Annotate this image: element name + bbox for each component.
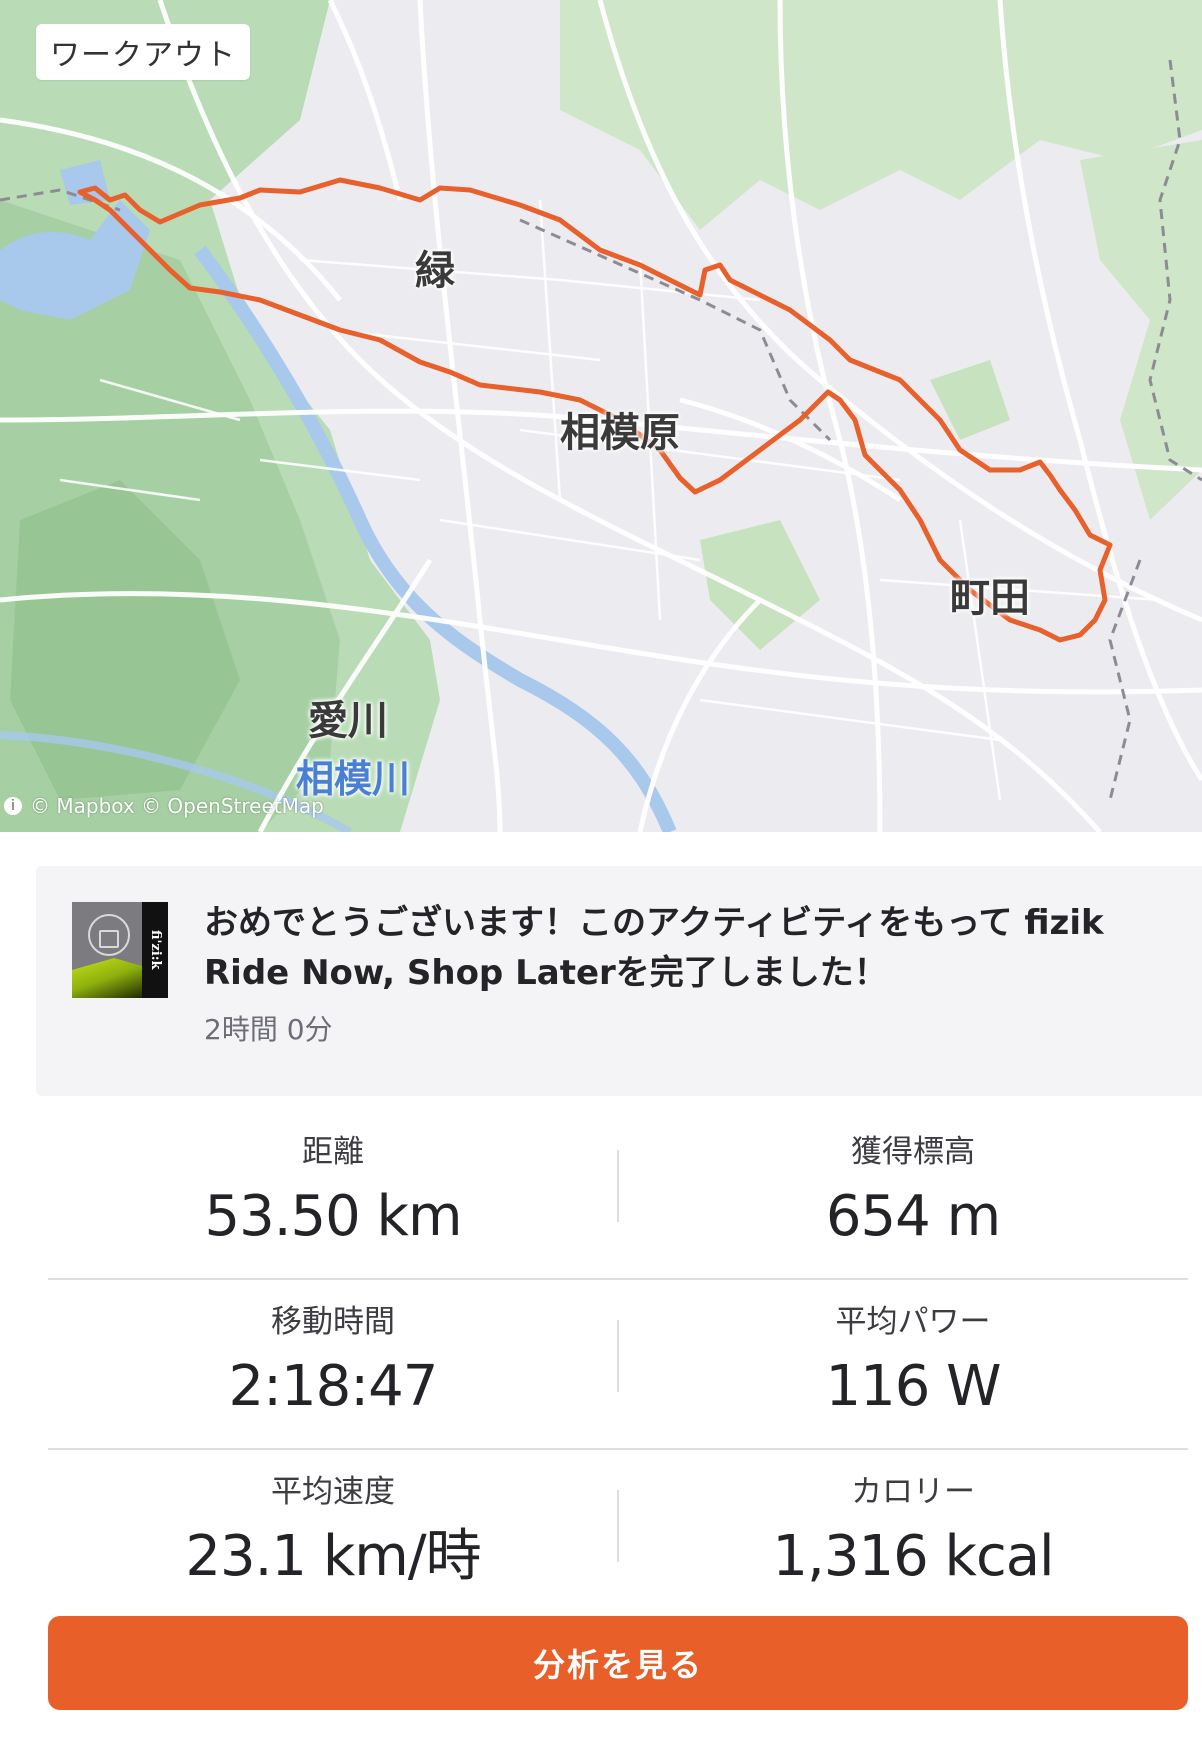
stat-divider (617, 1150, 619, 1222)
fizik-logo-text: fi'zi:k (142, 902, 168, 998)
info-icon[interactable]: i (4, 797, 22, 815)
challenge-title: おめでとうございます！このアクティビティをもって fizik Ride Now,… (204, 903, 1104, 993)
challenge-completion-card[interactable]: fi'zi:k おめでとうございます！このアクティビティをもって fizik R… (36, 866, 1202, 1096)
stat-label: 平均パワー (835, 1304, 991, 1340)
map-label-midori: 緑 (415, 248, 455, 294)
stat-row: 平均速度 23.1 km/時 カロリー 1,316 kcal (48, 1450, 1188, 1618)
map-label-sagamihara: 相模原 (560, 410, 680, 456)
attribution-text: © Mapbox © OpenStreetMap (30, 794, 324, 818)
stat-value: 23.1 km/時 (185, 1524, 481, 1589)
stat-row: 距離 53.50 km 獲得標高 654 m (48, 1110, 1188, 1280)
workout-badge: ワークアウト (36, 24, 250, 80)
stat-label: 獲得標高 (851, 1134, 975, 1170)
map-label-machida: 町田 (950, 575, 1030, 621)
stat-value: 1,316 kcal (772, 1524, 1054, 1589)
stat-avg-speed: 平均速度 23.1 km/時 (48, 1450, 618, 1592)
stat-value: 654 m (825, 1184, 1001, 1249)
stat-avg-power: 平均パワー 116 W (628, 1280, 1198, 1422)
stat-divider (617, 1490, 619, 1562)
stat-label: カロリー (851, 1474, 975, 1510)
stat-elevation-gain: 獲得標高 654 m (628, 1110, 1198, 1252)
stat-row: 移動時間 2:18:47 平均パワー 116 W (48, 1280, 1188, 1450)
map-attribution[interactable]: i © Mapbox © OpenStreetMap (0, 794, 324, 818)
stat-moving-time: 移動時間 2:18:47 (48, 1280, 618, 1422)
stat-value: 2:18:47 (228, 1354, 439, 1419)
challenge-duration: 2時間 0分 (204, 1013, 333, 1046)
shopping-bag-icon (88, 914, 130, 956)
stat-label: 平均速度 (271, 1474, 395, 1510)
map-label-aikawa: 愛川 (308, 698, 388, 744)
stat-value: 53.50 km (204, 1184, 462, 1249)
stat-distance: 距離 53.50 km (48, 1110, 618, 1252)
stat-label: 移動時間 (271, 1304, 395, 1340)
challenge-logo-graphic (72, 958, 142, 998)
challenge-logo: fi'zi:k (72, 902, 168, 998)
activity-stats: 距離 53.50 km 獲得標高 654 m 移動時間 2:18:47 平均パワ… (48, 1110, 1188, 1618)
stat-calories: カロリー 1,316 kcal (628, 1450, 1198, 1592)
stat-divider (617, 1320, 619, 1392)
view-analysis-button[interactable]: 分析を見る (48, 1616, 1188, 1710)
route-map[interactable]: ワークアウト 緑 相模原 町田 愛川 相模川 i © Mapbox © Open… (0, 0, 1202, 832)
stat-label: 距離 (302, 1134, 364, 1170)
stat-value: 116 W (825, 1354, 1001, 1419)
